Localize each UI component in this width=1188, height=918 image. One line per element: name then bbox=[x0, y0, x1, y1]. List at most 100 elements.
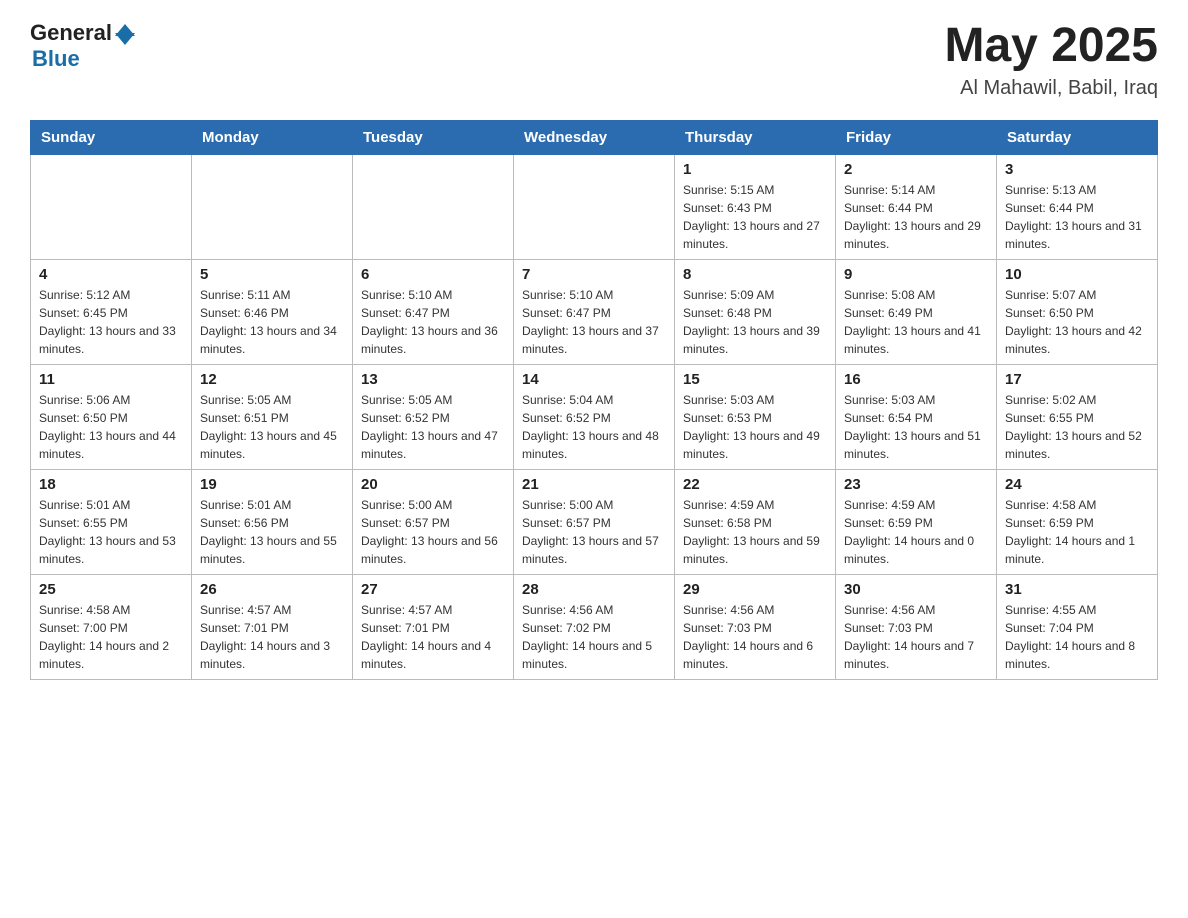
day-info: Sunrise: 5:08 AM Sunset: 6:49 PM Dayligh… bbox=[844, 286, 988, 358]
day-info: Sunrise: 5:06 AM Sunset: 6:50 PM Dayligh… bbox=[39, 391, 183, 463]
calendar-cell bbox=[514, 154, 675, 259]
day-info: Sunrise: 4:57 AM Sunset: 7:01 PM Dayligh… bbox=[200, 601, 344, 673]
calendar-cell: 25Sunrise: 4:58 AM Sunset: 7:00 PM Dayli… bbox=[31, 574, 192, 679]
day-info: Sunrise: 5:01 AM Sunset: 6:55 PM Dayligh… bbox=[39, 496, 183, 568]
day-number: 28 bbox=[522, 581, 666, 598]
day-number: 27 bbox=[361, 581, 505, 598]
calendar-cell: 15Sunrise: 5:03 AM Sunset: 6:53 PM Dayli… bbox=[675, 364, 836, 469]
calendar-cell: 30 Sunrise: 4:56 AM Sunset: 7:03 PM Dayli… bbox=[836, 574, 997, 679]
day-info: Sunrise: 4:59 AM Sunset: 6:58 PM Dayligh… bbox=[683, 496, 827, 568]
calendar-cell: 20 Sunrise: 5:00 AM Sunset: 6:57 PM Dayli… bbox=[353, 469, 514, 574]
calendar-cell: 18 Sunrise: 5:01 AM Sunset: 6:55 PM Dayli… bbox=[31, 469, 192, 574]
calendar-cell bbox=[31, 154, 192, 259]
day-number: 26 bbox=[200, 581, 344, 598]
calendar-cell: 23 Sunrise: 4:59 AM Sunset: 6:59 PM Dayli… bbox=[836, 469, 997, 574]
day-info: Sunrise: 4:58 AM Sunset: 6:59 PM Dayligh… bbox=[1005, 496, 1149, 568]
day-info: Sunrise: 4:56 AM Sunset: 7:03 PM Dayligh… bbox=[844, 601, 988, 673]
day-info: Sunrise: 5:10 AM Sunset: 6:47 PM Dayligh… bbox=[361, 286, 505, 358]
day-header-sunday: Sunday bbox=[31, 120, 192, 154]
calendar-table: SundayMondayTuesdayWednesdayThursdayFrid… bbox=[30, 120, 1158, 680]
day-number: 23 bbox=[844, 476, 988, 493]
logo: General Blue bbox=[30, 20, 135, 72]
calendar-cell: 9 Sunrise: 5:08 AM Sunset: 6:49 PM Daylig… bbox=[836, 259, 997, 364]
day-number: 25 bbox=[39, 581, 183, 598]
day-info: Sunrise: 5:03 AM Sunset: 6:53 PM Dayligh… bbox=[683, 391, 827, 463]
calendar-cell: 2Sunrise: 5:14 AM Sunset: 6:44 PM Daylig… bbox=[836, 154, 997, 259]
day-header-tuesday: Tuesday bbox=[353, 120, 514, 154]
day-number: 9 bbox=[844, 266, 988, 283]
calendar-week-row: 18 Sunrise: 5:01 AM Sunset: 6:55 PM Dayli… bbox=[31, 469, 1158, 574]
calendar-cell: 26 Sunrise: 4:57 AM Sunset: 7:01 PM Dayli… bbox=[192, 574, 353, 679]
logo-text-blue: Blue bbox=[32, 46, 80, 71]
day-header-friday: Friday bbox=[836, 120, 997, 154]
calendar-title: May 2025 bbox=[945, 20, 1159, 73]
day-info: Sunrise: 5:05 AM Sunset: 6:52 PM Dayligh… bbox=[361, 391, 505, 463]
day-number: 19 bbox=[200, 476, 344, 493]
day-info: Sunrise: 5:07 AM Sunset: 6:50 PM Dayligh… bbox=[1005, 286, 1149, 358]
day-info: Sunrise: 5:03 AM Sunset: 6:54 PM Dayligh… bbox=[844, 391, 988, 463]
day-header-wednesday: Wednesday bbox=[514, 120, 675, 154]
day-number: 29 bbox=[683, 581, 827, 598]
day-number: 20 bbox=[361, 476, 505, 493]
calendar-cell: 5 Sunrise: 5:11 AM Sunset: 6:46 PM Daylig… bbox=[192, 259, 353, 364]
day-info: Sunrise: 5:13 AM Sunset: 6:44 PM Dayligh… bbox=[1005, 181, 1149, 253]
day-number: 31 bbox=[1005, 581, 1149, 598]
day-number: 18 bbox=[39, 476, 183, 493]
calendar-cell bbox=[353, 154, 514, 259]
day-number: 5 bbox=[200, 266, 344, 283]
day-number: 22 bbox=[683, 476, 827, 493]
day-info: Sunrise: 5:12 AM Sunset: 6:45 PM Dayligh… bbox=[39, 286, 183, 358]
calendar-cell: 31 Sunrise: 4:55 AM Sunset: 7:04 PM Dayli… bbox=[997, 574, 1158, 679]
day-info: Sunrise: 4:56 AM Sunset: 7:03 PM Dayligh… bbox=[683, 601, 827, 673]
calendar-cell: 19 Sunrise: 5:01 AM Sunset: 6:56 PM Dayli… bbox=[192, 469, 353, 574]
day-info: Sunrise: 5:04 AM Sunset: 6:52 PM Dayligh… bbox=[522, 391, 666, 463]
calendar-cell: 24 Sunrise: 4:58 AM Sunset: 6:59 PM Dayli… bbox=[997, 469, 1158, 574]
calendar-cell bbox=[192, 154, 353, 259]
day-header-saturday: Saturday bbox=[997, 120, 1158, 154]
calendar-cell: 12Sunrise: 5:05 AM Sunset: 6:51 PM Dayli… bbox=[192, 364, 353, 469]
day-number: 6 bbox=[361, 266, 505, 283]
calendar-header-row: SundayMondayTuesdayWednesdayThursdayFrid… bbox=[31, 120, 1158, 154]
calendar-cell: 13 Sunrise: 5:05 AM Sunset: 6:52 PM Dayli… bbox=[353, 364, 514, 469]
day-number: 3 bbox=[1005, 161, 1149, 178]
day-info: Sunrise: 5:05 AM Sunset: 6:51 PM Dayligh… bbox=[200, 391, 344, 463]
day-info: Sunrise: 5:02 AM Sunset: 6:55 PM Dayligh… bbox=[1005, 391, 1149, 463]
day-header-monday: Monday bbox=[192, 120, 353, 154]
calendar-cell: 27 Sunrise: 4:57 AM Sunset: 7:01 PM Dayli… bbox=[353, 574, 514, 679]
calendar-cell: 14Sunrise: 5:04 AM Sunset: 6:52 PM Dayli… bbox=[514, 364, 675, 469]
day-info: Sunrise: 5:10 AM Sunset: 6:47 PM Dayligh… bbox=[522, 286, 666, 358]
day-info: Sunrise: 5:09 AM Sunset: 6:48 PM Dayligh… bbox=[683, 286, 827, 358]
day-info: Sunrise: 5:00 AM Sunset: 6:57 PM Dayligh… bbox=[522, 496, 666, 568]
day-number: 10 bbox=[1005, 266, 1149, 283]
day-info: Sunrise: 5:11 AM Sunset: 6:46 PM Dayligh… bbox=[200, 286, 344, 358]
day-number: 1 bbox=[683, 161, 827, 178]
calendar-cell: 1 Sunrise: 5:15 AM Sunset: 6:43 PM Daylig… bbox=[675, 154, 836, 259]
calendar-cell: 4 Sunrise: 5:12 AM Sunset: 6:45 PM Daylig… bbox=[31, 259, 192, 364]
day-header-thursday: Thursday bbox=[675, 120, 836, 154]
day-number: 4 bbox=[39, 266, 183, 283]
calendar-cell: 22 Sunrise: 4:59 AM Sunset: 6:58 PM Dayli… bbox=[675, 469, 836, 574]
calendar-week-row: 1 Sunrise: 5:15 AM Sunset: 6:43 PM Daylig… bbox=[31, 154, 1158, 259]
day-info: Sunrise: 4:59 AM Sunset: 6:59 PM Dayligh… bbox=[844, 496, 988, 568]
calendar-cell: 29 Sunrise: 4:56 AM Sunset: 7:03 PM Dayli… bbox=[675, 574, 836, 679]
calendar-subtitle: Al Mahawil, Babil, Iraq bbox=[945, 77, 1159, 100]
day-info: Sunrise: 4:55 AM Sunset: 7:04 PM Dayligh… bbox=[1005, 601, 1149, 673]
day-number: 30 bbox=[844, 581, 988, 598]
day-number: 17 bbox=[1005, 371, 1149, 388]
calendar-cell: 6 Sunrise: 5:10 AM Sunset: 6:47 PM Daylig… bbox=[353, 259, 514, 364]
calendar-cell: 8Sunrise: 5:09 AM Sunset: 6:48 PM Daylig… bbox=[675, 259, 836, 364]
calendar-cell: 10 Sunrise: 5:07 AM Sunset: 6:50 PM Dayli… bbox=[997, 259, 1158, 364]
day-info: Sunrise: 5:00 AM Sunset: 6:57 PM Dayligh… bbox=[361, 496, 505, 568]
calendar-cell: 28 Sunrise: 4:56 AM Sunset: 7:02 PM Dayli… bbox=[514, 574, 675, 679]
day-info: Sunrise: 4:57 AM Sunset: 7:01 PM Dayligh… bbox=[361, 601, 505, 673]
day-info: Sunrise: 5:15 AM Sunset: 6:43 PM Dayligh… bbox=[683, 181, 827, 253]
day-info: Sunrise: 4:56 AM Sunset: 7:02 PM Dayligh… bbox=[522, 601, 666, 673]
day-number: 24 bbox=[1005, 476, 1149, 493]
day-number: 2 bbox=[844, 161, 988, 178]
calendar-cell: 16Sunrise: 5:03 AM Sunset: 6:54 PM Dayli… bbox=[836, 364, 997, 469]
day-info: Sunrise: 5:01 AM Sunset: 6:56 PM Dayligh… bbox=[200, 496, 344, 568]
day-number: 13 bbox=[361, 371, 505, 388]
calendar-cell: 3 Sunrise: 5:13 AM Sunset: 6:44 PM Daylig… bbox=[997, 154, 1158, 259]
title-block: May 2025 Al Mahawil, Babil, Iraq bbox=[945, 20, 1159, 100]
calendar-week-row: 4 Sunrise: 5:12 AM Sunset: 6:45 PM Daylig… bbox=[31, 259, 1158, 364]
